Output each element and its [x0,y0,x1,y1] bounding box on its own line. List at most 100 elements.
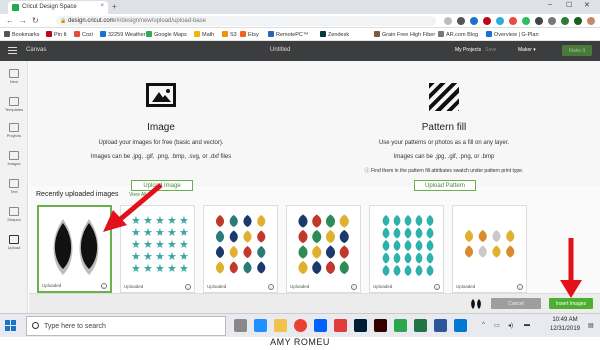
cancel-button[interactable]: Cancel [491,298,541,309]
bookmark-item[interactable]: RemotePC™ [268,31,308,38]
bookmark-item[interactable]: Cozi [74,31,93,38]
chrome-icon[interactable] [294,319,307,332]
cricut-app-icon[interactable] [394,319,407,332]
bookmark-item[interactable]: Zendesk [320,31,349,38]
bookmark-favicon-icon [74,31,80,37]
svg-text:★: ★ [143,251,153,263]
avatar[interactable] [587,17,595,25]
taskbar-search-input[interactable]: Type here to search [26,316,226,336]
uploaded-image-thumbnail[interactable]: Uploaded i [369,205,444,293]
network-icon[interactable]: ▭ [494,322,500,329]
extension-icon[interactable] [535,17,543,25]
minimize-button[interactable]: – [548,1,552,8]
tab-close-icon[interactable]: × [100,3,104,9]
pattern-heading: Pattern fill [421,122,467,133]
extension-icon[interactable] [561,17,569,25]
svg-text:★: ★ [179,251,189,263]
photoshop-icon[interactable] [354,319,367,332]
info-icon[interactable]: i [434,284,440,290]
toolbar-item-images[interactable]: Images [0,151,28,166]
save-button[interactable]: Save [485,47,496,53]
extension-icon[interactable] [496,17,504,25]
toolbar-item-new[interactable]: New [0,69,28,84]
new-icon [9,69,19,78]
edge-icon[interactable] [254,319,267,332]
file-explorer-icon[interactable] [274,319,287,332]
tray-chevron-icon[interactable]: ^ [482,322,485,328]
toolbar-item-templates[interactable]: Templates [0,97,28,112]
bookmark-item[interactable]: Pin It [46,31,67,38]
info-icon[interactable]: i [517,284,523,290]
toolbar-item-text[interactable]: Text [0,179,28,194]
new-tab-button[interactable]: + [112,2,117,11]
svg-text:★: ★ [155,251,165,263]
app-icon[interactable] [334,319,347,332]
task-view-icon[interactable] [234,319,247,332]
bookmark-favicon-icon [240,31,246,37]
notifications-icon[interactable]: ▤ [588,322,594,329]
pinterest-icon[interactable] [483,17,491,25]
image-upload-icon [146,83,176,107]
svg-text:★: ★ [179,239,189,251]
bookmark-item[interactable]: Google Maps [146,31,187,38]
bookmark-item[interactable]: Etsy [240,31,259,38]
uploaded-image-thumbnail[interactable]: Uploaded i [203,205,278,293]
tab-title: Cricut Design Space [22,4,77,10]
uploaded-image-thumbnail[interactable]: Uploaded i [286,205,361,293]
excel-icon[interactable] [414,319,427,332]
extension-icon[interactable] [470,17,478,25]
pattern-note: ⓘ Find them in the pattern fill attribut… [364,168,524,174]
bookmark-item[interactable]: Overview | G-Plan [486,31,539,38]
illustrator-icon[interactable] [374,319,387,332]
bookmark-item[interactable]: Grain Free High Fiber [374,31,435,38]
word-icon[interactable] [434,319,447,332]
bookmark-item[interactable]: 32259 Weather [100,31,146,38]
thumbnail-caption: Uploaded [290,284,310,289]
browser-tab-strip: Cricut Design Space × + – ☐ ✕ [0,0,600,14]
taskbar-clock[interactable]: 10:49 AM 12/31/2019 [545,316,585,334]
app-icon[interactable] [454,319,467,332]
machine-selector[interactable]: Maker ▾ [518,47,536,53]
maximize-button[interactable]: ☐ [566,1,572,9]
info-icon[interactable]: i [351,284,357,290]
url-bar[interactable]: 🔒 design.cricut.com/#/design/new/upload/… [56,16,436,26]
make-it-button[interactable]: Make It [562,45,592,56]
back-icon[interactable]: ← [6,16,14,25]
canvas-label[interactable]: Canvas [26,47,46,53]
bookmark-favicon-icon [194,31,200,37]
bookmark-favicon-icon [374,31,380,37]
star-icon[interactable] [444,17,452,25]
extension-icon[interactable] [509,17,517,25]
bookmark-item[interactable]: S3 [222,31,237,38]
forward-icon[interactable]: → [19,16,27,25]
dropbox-icon[interactable] [314,319,327,332]
my-projects-link[interactable]: My Projects [455,47,481,53]
url-path: /#/design/new/upload/upload-base [114,18,207,24]
uploaded-image-thumbnail[interactable]: Uploaded i [452,205,527,293]
toolbar-item-projects[interactable]: Projects [0,123,28,138]
toolbar-item-shapes[interactable]: Shapes [0,207,28,222]
bookmark-item[interactable]: Bookmarks [4,31,40,38]
images-icon [9,151,19,160]
windows-start-icon[interactable] [5,320,16,331]
battery-icon[interactable]: ▬ [524,322,530,328]
volume-icon[interactable]: ◂) [508,322,513,329]
bookmark-item[interactable]: Math [194,31,214,38]
extension-icon[interactable] [457,17,465,25]
hamburger-menu-icon[interactable] [8,47,17,54]
info-icon[interactable]: i [101,283,107,289]
evernote-icon[interactable] [522,17,530,25]
extension-icon[interactable] [574,17,582,25]
close-window-button[interactable]: ✕ [584,1,590,9]
browser-tab[interactable]: Cricut Design Space × [8,1,108,14]
thumbnail-image [298,214,349,275]
info-icon[interactable]: i [185,284,191,290]
info-icon[interactable]: i [268,284,274,290]
extension-icon[interactable] [548,17,556,25]
bookmark-item[interactable]: AR.com Blog [438,31,478,38]
app-header: Canvas Untitled My Projects Save Maker ▾… [0,41,600,61]
svg-text:★: ★ [167,239,177,251]
upload-pattern-button[interactable]: Upload Pattern [414,180,476,191]
toolbar-item-upload[interactable]: Upload [0,235,28,250]
reload-icon[interactable]: ↻ [32,16,39,25]
